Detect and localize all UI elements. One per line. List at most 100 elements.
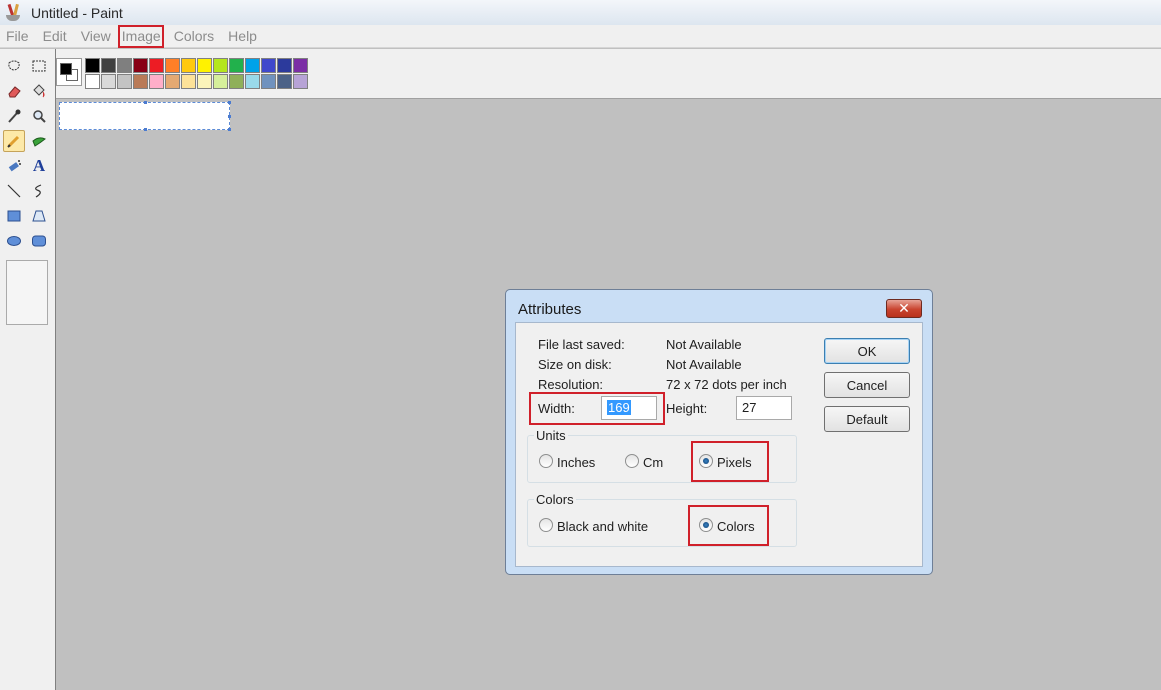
- paint-app-icon[interactable]: [4, 3, 22, 23]
- drawing-canvas[interactable]: [59, 101, 231, 131]
- attributes-dialog: Attributes ✕ File last saved: Not Availa…: [505, 289, 933, 575]
- menu-image[interactable]: Image: [117, 24, 164, 48]
- palette-swatch[interactable]: [181, 74, 196, 89]
- height-label: Height:: [666, 401, 708, 416]
- palette-swatch[interactable]: [133, 74, 148, 89]
- size-on-disk-value: Not Available: [666, 357, 742, 372]
- palette-swatch[interactable]: [261, 58, 276, 73]
- units-pixels-label[interactable]: Pixels: [717, 455, 752, 470]
- width-label: Width:: [538, 401, 575, 416]
- foreground-color-swatch[interactable]: [60, 63, 72, 75]
- cancel-button[interactable]: Cancel: [824, 372, 910, 398]
- cancel-button-label: Cancel: [846, 377, 888, 393]
- file-last-saved-value: Not Available: [666, 337, 742, 352]
- curve-icon[interactable]: [28, 180, 50, 202]
- menu-colors[interactable]: Colors: [168, 26, 222, 47]
- units-cm-radio[interactable]: [625, 454, 639, 468]
- width-input-value: 169: [607, 400, 631, 415]
- palette-swatch[interactable]: [85, 58, 100, 73]
- resize-handle-bottom-right[interactable]: [228, 128, 231, 131]
- resize-handle-top-right[interactable]: [228, 101, 231, 104]
- palette-swatch[interactable]: [261, 74, 276, 89]
- palette-swatch[interactable]: [229, 58, 244, 73]
- palette-swatch[interactable]: [165, 74, 180, 89]
- palette-swatch[interactable]: [213, 74, 228, 89]
- ok-button-label: OK: [857, 343, 877, 359]
- current-colors-indicator[interactable]: [56, 58, 82, 86]
- default-button-label: Default: [846, 411, 888, 427]
- palette-swatch[interactable]: [101, 74, 116, 89]
- colors-group-title: Colors: [534, 492, 576, 507]
- default-button[interactable]: Default: [824, 406, 910, 432]
- free-form-select-icon[interactable]: [3, 55, 25, 77]
- dialog-title: Attributes: [518, 301, 582, 318]
- polygon-icon[interactable]: [28, 205, 50, 227]
- units-inches-radio[interactable]: [539, 454, 553, 468]
- palette-swatch[interactable]: [229, 74, 244, 89]
- colors-colors-radio[interactable]: [699, 518, 713, 532]
- resize-handle-right[interactable]: [228, 115, 231, 118]
- units-inches-label[interactable]: Inches: [557, 455, 595, 470]
- palette-swatch[interactable]: [165, 58, 180, 73]
- rounded-rectangle-icon[interactable]: [28, 230, 50, 252]
- menu-help[interactable]: Help: [222, 26, 265, 47]
- menu-file[interactable]: File: [0, 26, 37, 47]
- menu-view[interactable]: View: [75, 26, 119, 47]
- colors-black-and-white-radio[interactable]: [539, 518, 553, 532]
- resolution-value: 72 x 72 dots per inch: [666, 377, 787, 392]
- colors-black-and-white-label[interactable]: Black and white: [557, 519, 648, 534]
- units-group-title: Units: [534, 428, 568, 443]
- size-on-disk-label: Size on disk:: [538, 357, 612, 372]
- height-input-value: 27: [742, 400, 757, 415]
- pencil-icon[interactable]: [3, 130, 25, 152]
- text-icon[interactable]: A: [28, 155, 50, 177]
- select-icon[interactable]: [28, 55, 50, 77]
- menu-bar: File Edit View Image Colors Help: [0, 24, 1161, 48]
- rectangle-icon[interactable]: [3, 205, 25, 227]
- colors-colors-label[interactable]: Colors: [717, 519, 755, 534]
- ok-button[interactable]: OK: [824, 338, 910, 364]
- palette-swatch[interactable]: [181, 58, 196, 73]
- palette-swatch[interactable]: [149, 58, 164, 73]
- units-pixels-radio[interactable]: [699, 454, 713, 468]
- height-input[interactable]: 27: [736, 396, 792, 420]
- ellipse-icon[interactable]: [3, 230, 25, 252]
- brush-icon[interactable]: [28, 130, 50, 152]
- palette-swatch[interactable]: [197, 74, 212, 89]
- tool-options-box[interactable]: [6, 260, 48, 325]
- palette-swatch[interactable]: [197, 58, 212, 73]
- fill-bucket-icon[interactable]: [28, 80, 50, 102]
- close-icon: ✕: [898, 300, 910, 316]
- resize-handle-bottom[interactable]: [144, 128, 147, 131]
- line-icon[interactable]: [3, 180, 25, 202]
- close-button[interactable]: ✕: [886, 299, 922, 318]
- window-title: Untitled - Paint: [31, 4, 123, 21]
- airbrush-icon[interactable]: [3, 155, 25, 177]
- palette-swatch[interactable]: [85, 74, 100, 89]
- palette-swatch[interactable]: [245, 58, 260, 73]
- resolution-label: Resolution:: [538, 377, 604, 392]
- palette-swatch[interactable]: [117, 74, 132, 89]
- color-picker-icon[interactable]: [3, 105, 25, 127]
- color-palette: [85, 58, 308, 89]
- palette-swatch[interactable]: [277, 74, 292, 89]
- palette-swatch[interactable]: [245, 74, 260, 89]
- palette-swatch[interactable]: [133, 58, 148, 73]
- palette-swatch[interactable]: [117, 58, 132, 73]
- palette-swatch[interactable]: [277, 58, 292, 73]
- width-input[interactable]: 169: [601, 396, 657, 420]
- palette-swatch[interactable]: [101, 58, 116, 73]
- menu-edit[interactable]: Edit: [37, 26, 75, 47]
- palette-swatch[interactable]: [293, 58, 308, 73]
- palette-swatch[interactable]: [293, 74, 308, 89]
- file-last-saved-label: File last saved:: [538, 337, 625, 352]
- magnifier-icon[interactable]: [28, 105, 50, 127]
- toolbox: A: [0, 49, 56, 690]
- palette-swatch[interactable]: [213, 58, 228, 73]
- units-cm-label[interactable]: Cm: [643, 455, 663, 470]
- palette-swatch[interactable]: [149, 74, 164, 89]
- title-bar: Untitled - Paint: [0, 0, 1161, 25]
- dialog-body: File last saved: Not Available Size on d…: [515, 322, 923, 567]
- eraser-icon[interactable]: [3, 80, 25, 102]
- resize-handle-top[interactable]: [144, 101, 147, 104]
